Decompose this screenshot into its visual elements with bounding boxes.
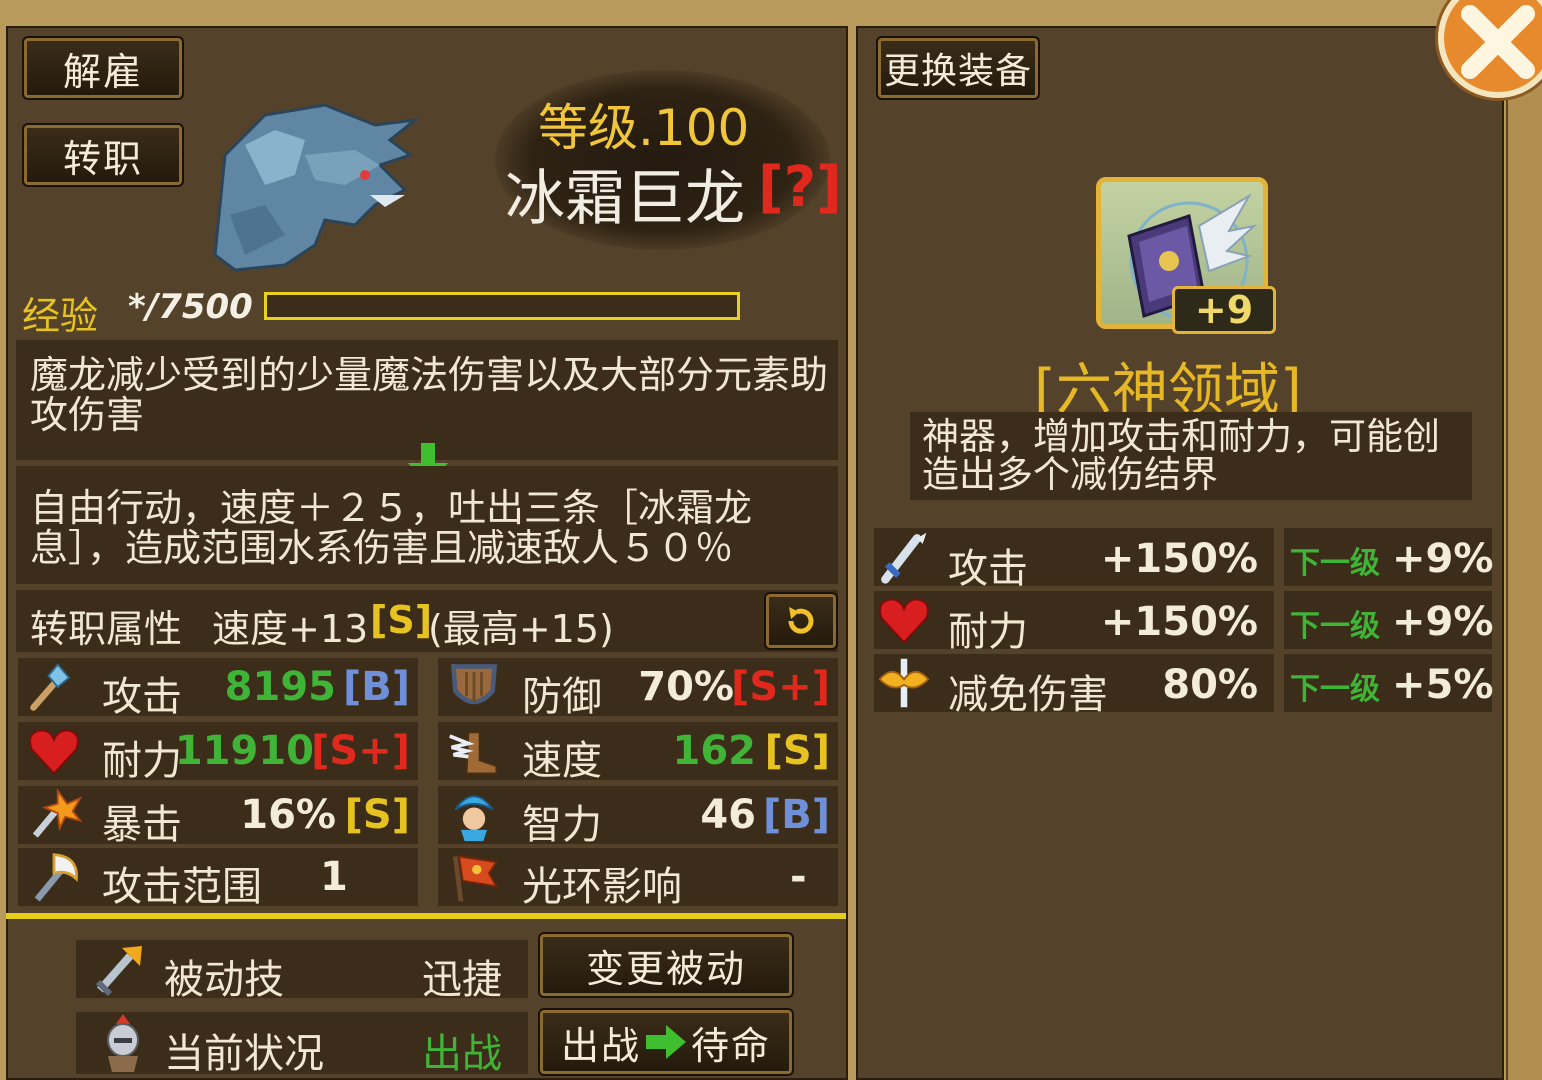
next-level-label: 下一级 [1290,609,1380,644]
stat-value: 8195 [224,664,336,710]
staff-icon [30,663,71,711]
next-level-label: 下一级 [1290,672,1380,707]
next-level-value: +5% [1392,662,1494,708]
bonus-label: 攻击 [948,546,1028,592]
exp-bar [264,292,740,320]
stat-value: 11910 [174,728,314,774]
job-attribute-label: 转职属性 [30,607,183,651]
stat-value: 46 [700,792,756,838]
stat-label: 速度 [522,738,602,784]
stat-value: 162 [672,728,757,774]
stat-label: 攻击范围 [102,864,262,910]
stat-label: 光环影响 [522,864,682,910]
status-switch-button[interactable]: 出战 待命 [538,1008,794,1076]
passive-description: 魔龙减少受到的少量魔法伤害以及大部分元素助攻伤害 [30,353,829,437]
next-level-label: 下一级 [1290,546,1380,581]
change-equipment-button[interactable]: 更换装备 [876,36,1040,100]
enhance-level-badge: +9 [1172,286,1276,334]
passive-skill-value: 迅捷 [422,957,502,1003]
exp-label: 经验 [22,294,99,338]
stat-label: 耐力 [102,738,182,784]
refresh-icon [788,607,814,634]
bonus-value: +150% [1100,536,1258,582]
flag-icon [453,855,499,902]
bonus-label: 耐力 [948,609,1028,655]
stat-grade: [B] [762,792,830,838]
bonus-value: 80% [1162,662,1258,708]
passive-skill-icon [95,946,142,996]
heart-icon [879,598,929,644]
critical-sword-icon [32,787,82,838]
status-switch-to: 待命 [690,1023,771,1068]
stat-grade: [B] [342,664,410,710]
winged-sword-icon [878,658,930,708]
bonus-value: +150% [1100,599,1258,645]
sword-icon [881,532,927,584]
next-level-value: +9% [1392,536,1494,582]
close-icon [1461,5,1535,79]
wizard-icon [454,795,494,842]
stat-label: 智力 [522,802,602,848]
stat-label: 攻击 [102,674,182,720]
stat-value: 16% [240,792,336,838]
job-change-button[interactable]: 转职 [22,123,184,187]
refresh-attribute-button[interactable] [764,592,838,650]
side-strip [1506,0,1542,1080]
stat-label: 暴击 [102,802,182,848]
skill-description: 自由行动，速度＋２５，吐出三条［冰霜龙息］，造成范围水系伤害且减速敌人５０％ [30,486,753,570]
unit-name: 冰霜巨龙 [505,164,745,234]
stat-grade: [S] [344,792,410,838]
stat-grade: [S] [764,728,830,774]
dismiss-button[interactable]: 解雇 [22,36,184,100]
job-attribute-max: (最高+15) [428,607,614,651]
change-passive-button[interactable]: 变更被动 [538,932,794,998]
stat-grade: [S+] [731,664,830,710]
stat-grade: [S+] [311,728,410,774]
equipment-description: 神器，增加攻击和耐力，可能创造出多个减伤结界 [922,415,1440,496]
winged-boot-icon [449,731,498,775]
stat-value: 70% [638,664,734,710]
next-level-value: +9% [1392,599,1494,645]
axe-icon [34,853,78,902]
stat-label: 防御 [522,674,602,720]
stat-value: 1 [320,854,348,900]
shield-icon [450,664,498,705]
frost-dragon-portrait [213,103,421,272]
stat-value: - [790,854,807,900]
bonus-label: 减免伤害 [948,672,1108,718]
status-switch-from: 出战 [561,1023,642,1068]
passive-skill-label: 被动技 [164,957,284,1003]
knight-helmet-icon [107,1014,139,1072]
exp-value: */7500 [128,287,253,327]
heart-icon [29,729,79,775]
right-arrow-icon [646,1025,686,1059]
job-attribute-text: 速度+13 [212,607,369,651]
job-attribute-grade: [S] [370,598,433,642]
unit-help-button[interactable]: [?] [758,155,842,220]
section-divider [6,913,846,919]
status-label: 当前状况 [164,1031,324,1077]
status-value: 出战 [422,1031,502,1077]
